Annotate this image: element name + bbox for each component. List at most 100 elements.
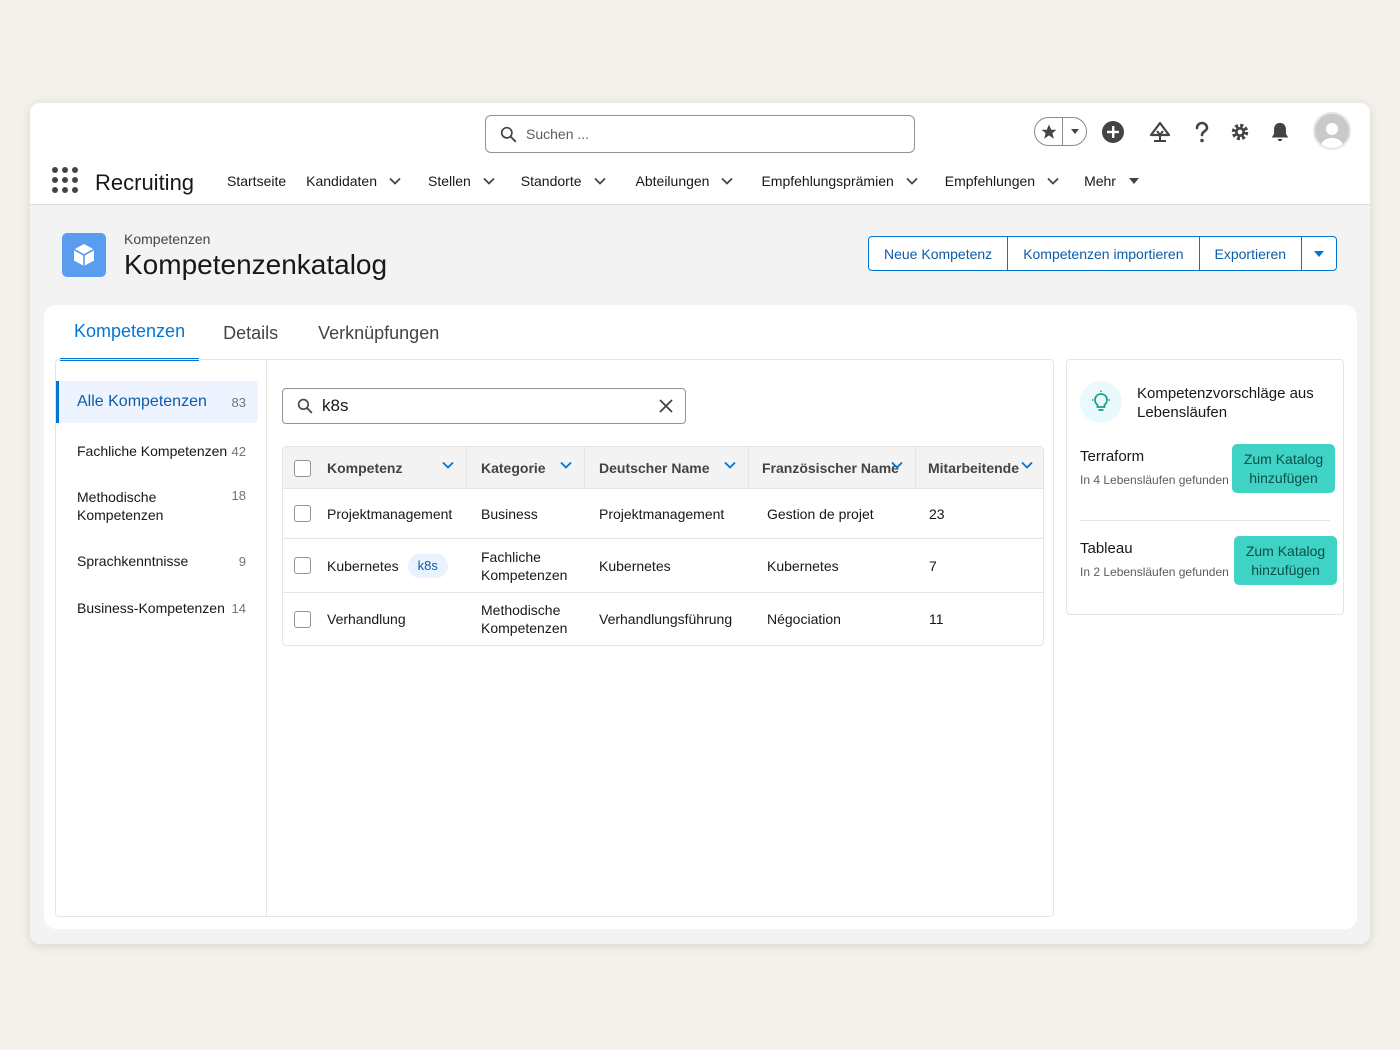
help-button[interactable] [1189,119,1215,145]
column-franzoesischer-name[interactable]: Französischer Name [749,447,916,489]
cell-kategorie: Fachliche Kompetenzen [481,548,568,583]
chevron-down-icon [721,177,734,185]
cell-mitarbeitende: 23 [929,505,945,522]
cell-mitarbeitende: 7 [929,557,937,574]
column-kategorie[interactable]: Kategorie [467,447,585,489]
cell-kompetenz: Kubernetes k8s [327,539,448,592]
suggestions-title: Kompetenzvorschläge aus Lebensläufen [1137,385,1314,421]
star-icon [1041,124,1056,139]
add-to-catalog-button[interactable]: Zum Katalog hinzufügen [1232,444,1335,493]
sidebar-item-business-kompetenzen[interactable]: Business-Kompetenzen 14 [56,597,258,619]
nav-item-empfehlungspraemien[interactable]: Empfehlungsprämien [761,173,918,189]
global-add-button[interactable] [1100,119,1126,145]
nav-item-standorte[interactable]: Standorte [521,173,606,189]
chevron-down-icon [1021,461,1033,469]
skills-panel: Alle Kompetenzen 83 Fachliche Kompetenzen… [55,359,1054,917]
question-icon [1195,121,1209,143]
chevron-down-icon [389,177,401,185]
column-deutscher-name[interactable]: Deutscher Name [585,447,749,489]
column-kompetenz[interactable]: Kompetenz [283,447,467,489]
favorites-star-button[interactable] [1035,118,1063,145]
tab-kompetenzen[interactable]: Kompetenzen [60,305,200,361]
cell-kompetenz: Verhandlung [327,611,406,627]
main-card: Kompetenzen Details Verknüpfungen Alle K… [44,305,1357,929]
filter-value: k8s [322,396,349,415]
close-icon[interactable] [658,398,674,414]
nav-item-stellen[interactable]: Stellen [428,173,495,189]
caret-down-icon [1070,128,1079,134]
nav-item-kandidaten[interactable]: Kandidaten [306,173,401,189]
cell-kategorie: Methodische Kompetenzen [481,602,568,636]
sidebar-item-sprachkenntnisse[interactable]: Sprachkenntnisse 9 [56,550,258,572]
cell-franzoesischer-name: Négociation [767,611,841,627]
chevron-down-icon [891,461,903,469]
chevron-down-icon [724,461,736,469]
new-skill-button[interactable]: Neue Kompetenz [869,237,1009,270]
skill-suggestions-card: Kompetenzvorschläge aus Lebensläufen Ter… [1066,359,1344,615]
search-placeholder: Suchen ... [526,126,590,142]
divider [1080,520,1330,521]
main-nav: Startseite Kandidaten Stellen Standorte … [227,173,1157,189]
page-actions: Neue Kompetenz Kompetenzen importieren E… [868,236,1338,271]
global-header: Suchen ... Recruiting Startseite Kandida… [30,103,1370,205]
table-row[interactable]: Kubernetes k8s Fachliche Kompetenzen Kube… [283,539,1043,593]
lightbulb-icon [1080,381,1122,423]
skills-table: Kompetenz Kategorie Deutscher Name Franz… [282,446,1044,646]
search-icon [297,398,313,414]
cell-deutscher-name: Verhandlungsführung [599,611,733,627]
tab-verknuepfungen[interactable]: Verknüpfungen [318,305,439,361]
search-icon [500,126,517,142]
cell-franzoesischer-name: Kubernetes [767,557,839,574]
alias-tag: k8s [407,553,448,578]
user-icon [1320,123,1344,148]
row-checkbox[interactable] [294,557,311,574]
more-actions-button[interactable] [1302,237,1336,270]
favorites-button-group [1034,117,1087,146]
app-name: Recruiting [95,170,195,195]
cube-icon [73,244,95,266]
page-title: Kompetenzenkatalog [124,249,388,280]
sidebar-item-methodische-kompetenzen[interactable]: Methodische Kompetenzen 18 [56,488,258,528]
cell-mitarbeitende: 11 [929,611,944,627]
skill-catalog-icon [62,233,106,277]
tab-details[interactable]: Details [223,305,278,361]
select-all-checkbox[interactable] [294,459,311,477]
trailhead-button[interactable] [1147,119,1173,145]
suggestion-subtitle: In 2 Lebensläufen gefunden [1080,565,1229,579]
sidebar-item-fachliche-kompetenzen[interactable]: Fachliche Kompetenzen 42 [56,440,258,462]
table-row[interactable]: Verhandlung Methodische Kompetenzen Verh… [283,593,1043,645]
suggestion-name: Terraform [1080,448,1145,465]
page-eyebrow: Kompetenzen [124,231,211,247]
import-skills-button[interactable]: Kompetenzen importieren [1008,237,1200,270]
notifications-button[interactable] [1267,119,1293,145]
cell-deutscher-name: Kubernetes [599,557,671,574]
nav-item-abteilungen[interactable]: Abteilungen [636,173,734,189]
column-mitarbeitende[interactable]: Mitarbeitende [916,447,1043,489]
nav-item-mehr[interactable]: Mehr [1084,173,1140,189]
cell-deutscher-name: Projektmanagement [599,505,725,522]
setup-button[interactable] [1227,119,1253,145]
chevron-down-icon [906,177,918,185]
sidebar-item-alle-kompetenzen[interactable]: Alle Kompetenzen 83 [56,381,258,423]
global-search-input[interactable]: Suchen ... [485,115,915,153]
nav-item-startseite[interactable]: Startseite [227,173,286,189]
caret-down-icon [1128,178,1139,184]
nav-item-empfehlungen[interactable]: Empfehlungen [945,173,1059,189]
app-window: Suchen ... Recruiting Startseite Kandida… [30,103,1370,944]
row-checkbox[interactable] [294,505,311,522]
category-sidebar: Alle Kompetenzen 83 Fachliche Kompetenzen… [56,360,267,916]
caret-down-icon [1314,250,1325,257]
skill-filter-input[interactable]: k8s [282,388,686,424]
favorites-dropdown-button[interactable] [1063,128,1086,136]
cell-kategorie: Business [481,505,538,522]
add-to-catalog-button[interactable]: Zum Katalog hinzufügen [1234,536,1337,585]
plus-circle-icon [1102,121,1124,143]
cell-kompetenz: Projektmanagement [327,505,453,522]
row-checkbox[interactable] [294,610,311,628]
app-launcher-icon[interactable] [52,167,78,193]
bell-icon [1271,122,1289,142]
user-avatar[interactable] [1313,112,1351,150]
export-button[interactable]: Exportieren [1200,237,1303,270]
suggestion-name: Tableau [1080,540,1133,557]
table-row[interactable]: Projektmanagement Business Projektmanage… [283,489,1043,539]
